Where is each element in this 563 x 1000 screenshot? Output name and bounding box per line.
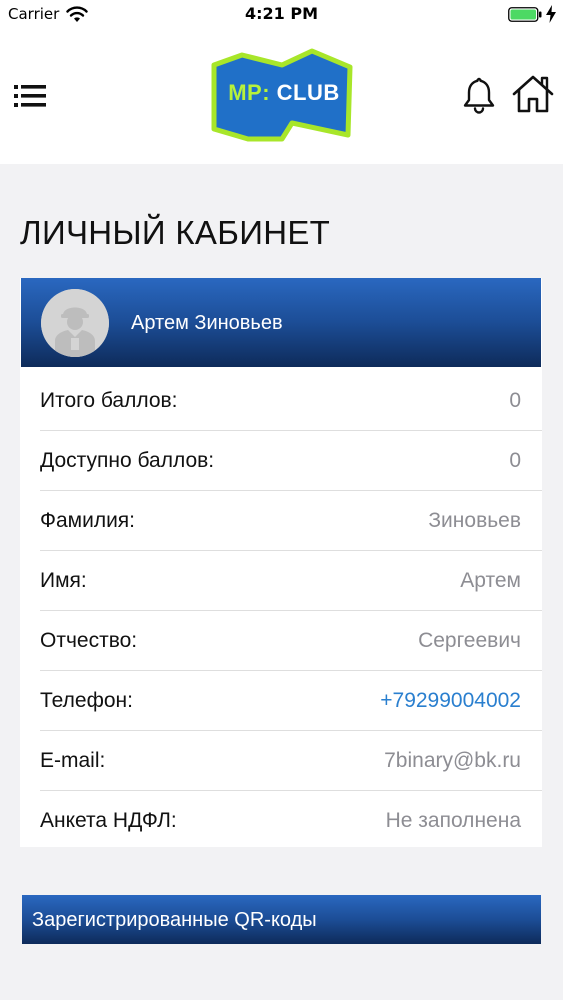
info-row-patronymic: Отчество: Сергеевич — [40, 611, 542, 671]
info-value: Сергеевич — [418, 629, 521, 652]
avatar[interactable] — [41, 289, 109, 357]
info-value: 0 — [509, 449, 521, 472]
qr-codes-title: Зарегистрированные QR-коды — [32, 909, 317, 931]
home-icon[interactable] — [511, 74, 555, 114]
logo-club: CLUB — [276, 80, 340, 105]
info-row-first-name: Имя: Артем — [40, 551, 542, 611]
info-row-surname: Фамилия: Зиновьев — [40, 491, 542, 551]
logo-mp: MP: — [228, 80, 271, 105]
info-label: Доступно баллов: — [40, 449, 215, 472]
status-bar: Carrier 4:21 PM — [0, 0, 563, 28]
logo-text: MP: CLUB — [228, 80, 340, 106]
battery-icon — [508, 7, 542, 22]
phone-link[interactable]: +79299004002 — [380, 671, 521, 731]
profile-header: Артем Зиновьев — [21, 278, 541, 367]
user-placeholder-icon — [41, 289, 109, 357]
info-value: Артем — [460, 569, 521, 592]
mp-club-logo[interactable]: MP: CLUB — [208, 43, 356, 143]
info-value: 7binary@bk.ru — [384, 749, 521, 772]
info-label: E-mail: — [40, 749, 106, 772]
info-value: Не заполнена — [385, 809, 521, 832]
info-label: Итого баллов: — [40, 389, 178, 412]
info-value: Зиновьев — [428, 509, 521, 532]
info-label: Фамилия: — [40, 509, 136, 532]
info-value: 0 — [509, 389, 521, 412]
status-time: 4:21 PM — [244, 4, 318, 23]
app-header: MP: CLUB — [0, 28, 563, 164]
bell-icon[interactable] — [460, 76, 498, 114]
profile-name: Артем Зиновьев — [131, 312, 283, 334]
info-row-available-points: Доступно баллов: 0 — [40, 431, 542, 491]
info-label: Имя: — [40, 569, 87, 592]
charging-icon — [546, 5, 556, 23]
info-row-ndfl-form[interactable]: Анкета НДФЛ: Не заполнена — [40, 791, 542, 851]
menu-icon[interactable] — [14, 84, 48, 108]
info-label: Отчество: — [40, 629, 138, 652]
page-title: ЛИЧНЫЙ КАБИНЕТ — [20, 214, 331, 251]
info-row-total-points: Итого баллов: 0 — [40, 371, 542, 431]
info-row-phone: Телефон: +79299004002 — [40, 671, 542, 731]
info-label: Телефон: — [40, 689, 133, 712]
profile-card: Артем Зиновьев Итого баллов: 0 Доступно … — [20, 278, 542, 847]
qr-codes-section-button[interactable]: Зарегистрированные QR-коды — [22, 895, 541, 944]
info-row-email: E-mail: 7binary@bk.ru — [40, 731, 542, 791]
info-label: Анкета НДФЛ: — [40, 809, 177, 832]
